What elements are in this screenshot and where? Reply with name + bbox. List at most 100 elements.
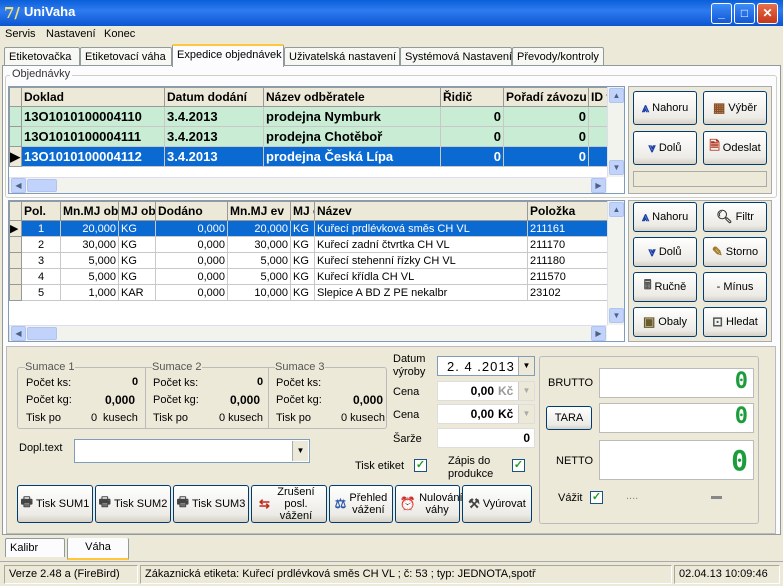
col-doklad[interactable]: Doklad	[21, 87, 165, 107]
items-hscroll[interactable]: ◀ ▶	[9, 325, 607, 341]
status-bar: Verze 2.48 a (FireBird) Zákaznická etike…	[0, 561, 783, 586]
col-pol[interactable]: Pol.	[21, 201, 61, 221]
row-indicator	[9, 106, 22, 127]
orders-up-button[interactable]: ⩓ Nahoru	[633, 91, 697, 125]
col-poradi[interactable]: Pořadí závozu	[503, 87, 589, 107]
record-checkbox[interactable]: ✓	[512, 459, 525, 472]
table-row[interactable]: 4 5,000 KG 0,000 5,000 KG Kuřecí křídla …	[9, 268, 613, 285]
col-ridic[interactable]: Řidič	[440, 87, 504, 107]
scroll-left-icon[interactable]: ◀	[11, 178, 26, 193]
col-mnev[interactable]: Mn.MJ ev	[227, 201, 291, 221]
chevron-down-icon[interactable]: ▼	[292, 441, 308, 461]
chevron-down-icon[interactable]: ▼	[518, 357, 534, 375]
menu-konec[interactable]: Konec	[104, 28, 135, 40]
weigh-checkbox[interactable]: ✓	[590, 491, 603, 504]
manual-button[interactable]: 🖩 Ručně	[633, 272, 697, 302]
tab-systemova[interactable]: Systémová Nastavení	[400, 47, 512, 66]
cell-mnev: 10,000	[227, 284, 291, 301]
col-datum[interactable]: Datum dodání	[164, 87, 264, 107]
table-row[interactable]: 3 5,000 KG 0,000 5,000 KG Kuřecí stehenn…	[9, 252, 613, 269]
print-labels-checkbox[interactable]: ✓	[414, 459, 427, 472]
row-indicator	[9, 252, 22, 269]
scroll-up-icon[interactable]: ▲	[609, 88, 624, 103]
level-label: Vyúrovat	[482, 498, 526, 510]
tab-etiketovaci-vaha[interactable]: Etiketovací váha	[80, 47, 172, 66]
minus-button[interactable]: - Mínus	[703, 272, 767, 302]
tare-button[interactable]: TARA	[546, 406, 592, 430]
orders-hscroll[interactable]: ◀ ▶	[9, 177, 607, 193]
menu-servis[interactable]: Servis	[5, 28, 36, 40]
maximize-button[interactable]: □	[734, 3, 755, 24]
tab-kalibr[interactable]: Kalibr	[5, 538, 65, 557]
items-down-button[interactable]: ⩔ Dolů	[633, 237, 697, 267]
col-mj[interactable]: MJ ob	[118, 201, 156, 221]
date-picker[interactable]: 2. 4 .2013 ▼	[437, 356, 535, 376]
tab-etiketovacka[interactable]: Etiketovačka	[4, 47, 80, 66]
cell-pol: 5	[21, 284, 61, 301]
table-row[interactable]: 2 30,000 KG 0,000 30,000 KG Kuřecí zadní…	[9, 236, 613, 253]
weighing-overview-button[interactable]: ⚖ Přehled vážení	[329, 485, 393, 523]
tab-prevody[interactable]: Převody/kontroly	[512, 47, 604, 66]
cell-mj: KG	[118, 268, 156, 285]
cell-datum: 3.4.2013	[164, 146, 264, 167]
arrow-down-icon: ⩔	[648, 140, 656, 155]
orders-down-button[interactable]: ⩔ Dolů	[633, 131, 697, 165]
items-grid[interactable]: Pol. Mn.MJ ob MJ ob Dodáno Mn.MJ ev MJ e…	[8, 200, 625, 342]
tab-vaha[interactable]: Váha	[67, 538, 129, 560]
items-up-button[interactable]: ⩓ Nahoru	[633, 202, 697, 232]
scroll-down-icon[interactable]: ▼	[609, 308, 624, 323]
storno-button[interactable]: ✎ Storno	[703, 237, 767, 267]
table-row[interactable]: 5 1,000 KAR 0,000 10,000 KG Slepice A BD…	[9, 284, 613, 301]
chevron-down-icon[interactable]: ▼	[518, 405, 534, 423]
table-row-selected[interactable]: ▶ 13O1010100004112 3.4.2013 prodejna Čes…	[9, 146, 614, 167]
note-combobox[interactable]: ▼	[74, 439, 310, 463]
col-nazev[interactable]: Název	[314, 201, 528, 221]
cancel-last-weighing-button[interactable]: ⇆ Zrušení posl. vážení	[251, 485, 327, 523]
table-row-selected[interactable]: ▶ 1 20,000 KG 0,000 20,000 KG Kuřecí prd…	[9, 220, 613, 237]
tab-expedice[interactable]: Expedice objednávek	[172, 44, 284, 67]
col-nazev[interactable]: Název odběratele	[263, 87, 441, 107]
print-sum3-button[interactable]: 🖶 Tisk SUM3	[173, 485, 249, 523]
level-button[interactable]: ⚒ Vyúrovat	[462, 485, 532, 523]
send-button[interactable]: 🗎 Odeslat	[703, 131, 767, 165]
zero-scale-button[interactable]: ⏰ Nulování váhy	[395, 485, 463, 523]
select-button[interactable]: ▦ Výběr	[703, 91, 767, 125]
batch-field[interactable]: 0	[437, 428, 535, 448]
items-vscroll[interactable]: ▲ ▼	[607, 201, 624, 325]
scroll-up-icon[interactable]: ▲	[609, 202, 624, 217]
orders-vscroll[interactable]: ▲ ▼	[607, 87, 624, 177]
chevron-down-icon[interactable]: ▼	[518, 382, 534, 400]
table-row[interactable]: 13O1010100004110 3.4.2013 prodejna Nymbu…	[9, 106, 614, 127]
menu-nastaveni[interactable]: Nastavení	[46, 28, 96, 40]
tare-display: 0	[599, 403, 754, 433]
price2-field[interactable]: 0,00 Kč ▼	[437, 404, 535, 424]
scroll-thumb[interactable]	[27, 327, 57, 340]
cell-dodano: 0,000	[155, 284, 228, 301]
scroll-left-icon[interactable]: ◀	[11, 326, 26, 341]
header-indicator	[9, 201, 22, 221]
packaging-button[interactable]: ▣ Obaly	[633, 307, 697, 337]
scroll-right-icon[interactable]: ▶	[591, 178, 606, 193]
scroll-thumb[interactable]	[27, 179, 57, 192]
brutto-display: 0	[599, 368, 754, 398]
col-mje[interactable]: MJ e	[290, 201, 315, 221]
orders-grid[interactable]: Doklad Datum dodání Název odběratele Řid…	[8, 86, 625, 194]
close-button[interactable]: ✕	[757, 3, 778, 24]
filter-button[interactable]: 🔍︎ Filtr	[703, 202, 767, 232]
print-sum2-button[interactable]: 🖶 Tisk SUM2	[95, 485, 171, 523]
col-polozka[interactable]: Položka	[527, 201, 613, 221]
col-mn[interactable]: Mn.MJ ob	[60, 201, 119, 221]
cell-polozka: 211170	[527, 236, 613, 253]
minimize-button[interactable]: _	[711, 3, 732, 24]
search-button[interactable]: ⊡ Hledat	[703, 307, 767, 337]
scroll-right-icon[interactable]: ▶	[591, 326, 606, 341]
cell-mn: 1,000	[60, 284, 119, 301]
tab-uzivatelska[interactable]: Uživatelská nastavení	[284, 47, 400, 66]
price1-field[interactable]: 0,00 Kč ▼	[437, 381, 535, 401]
table-row[interactable]: 13O1010100004111 3.4.2013 prodejna Chotě…	[9, 126, 614, 147]
col-dodano[interactable]: Dodáno	[155, 201, 228, 221]
print-sum1-button[interactable]: 🖶 Tisk SUM1	[17, 485, 93, 523]
date-label: Datum výroby	[393, 353, 426, 378]
scroll-down-icon[interactable]: ▼	[609, 160, 624, 175]
sum2-print-val: 0 kusech	[219, 412, 264, 424]
